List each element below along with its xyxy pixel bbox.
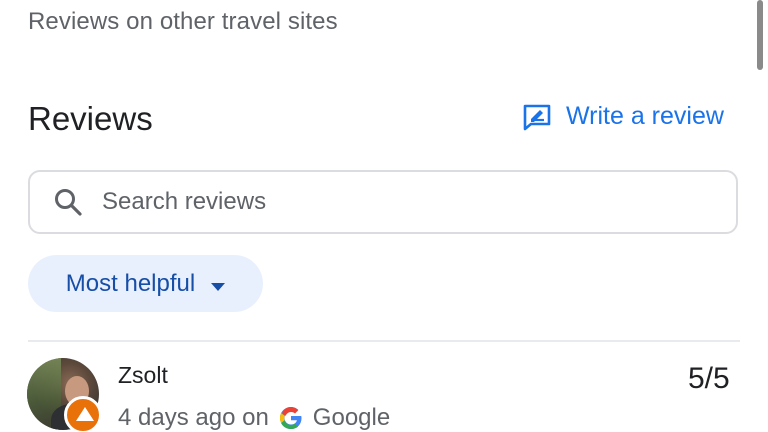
review-rating: 5/5 — [688, 362, 730, 395]
write-review-button[interactable]: Write a review — [522, 102, 724, 131]
review-meta: 4 days ago on Google — [118, 404, 390, 432]
local-guide-badge-icon — [64, 396, 102, 432]
search-reviews-box[interactable] — [28, 170, 738, 234]
sort-dropdown[interactable]: Most helpful — [28, 255, 263, 312]
search-input[interactable] — [100, 187, 664, 217]
reviews-heading: Reviews — [28, 100, 153, 137]
scrollbar[interactable] — [757, 0, 763, 70]
google-g-icon — [279, 406, 303, 430]
review-time: 4 days ago on — [118, 404, 269, 431]
arrow-drop-down-icon — [211, 270, 226, 298]
rate-review-icon — [522, 103, 552, 131]
review-source: Google — [312, 404, 391, 431]
reviewer-name[interactable]: Zsolt — [118, 362, 168, 389]
write-review-label: Write a review — [566, 102, 724, 130]
search-icon — [52, 186, 84, 218]
sort-selected-label: Most helpful — [65, 269, 196, 297]
other-travel-sites-link[interactable]: Reviews on other travel sites — [28, 8, 338, 36]
divider — [28, 340, 740, 342]
reviews-panel: Reviews on other travel sites Reviews Wr… — [0, 0, 768, 432]
